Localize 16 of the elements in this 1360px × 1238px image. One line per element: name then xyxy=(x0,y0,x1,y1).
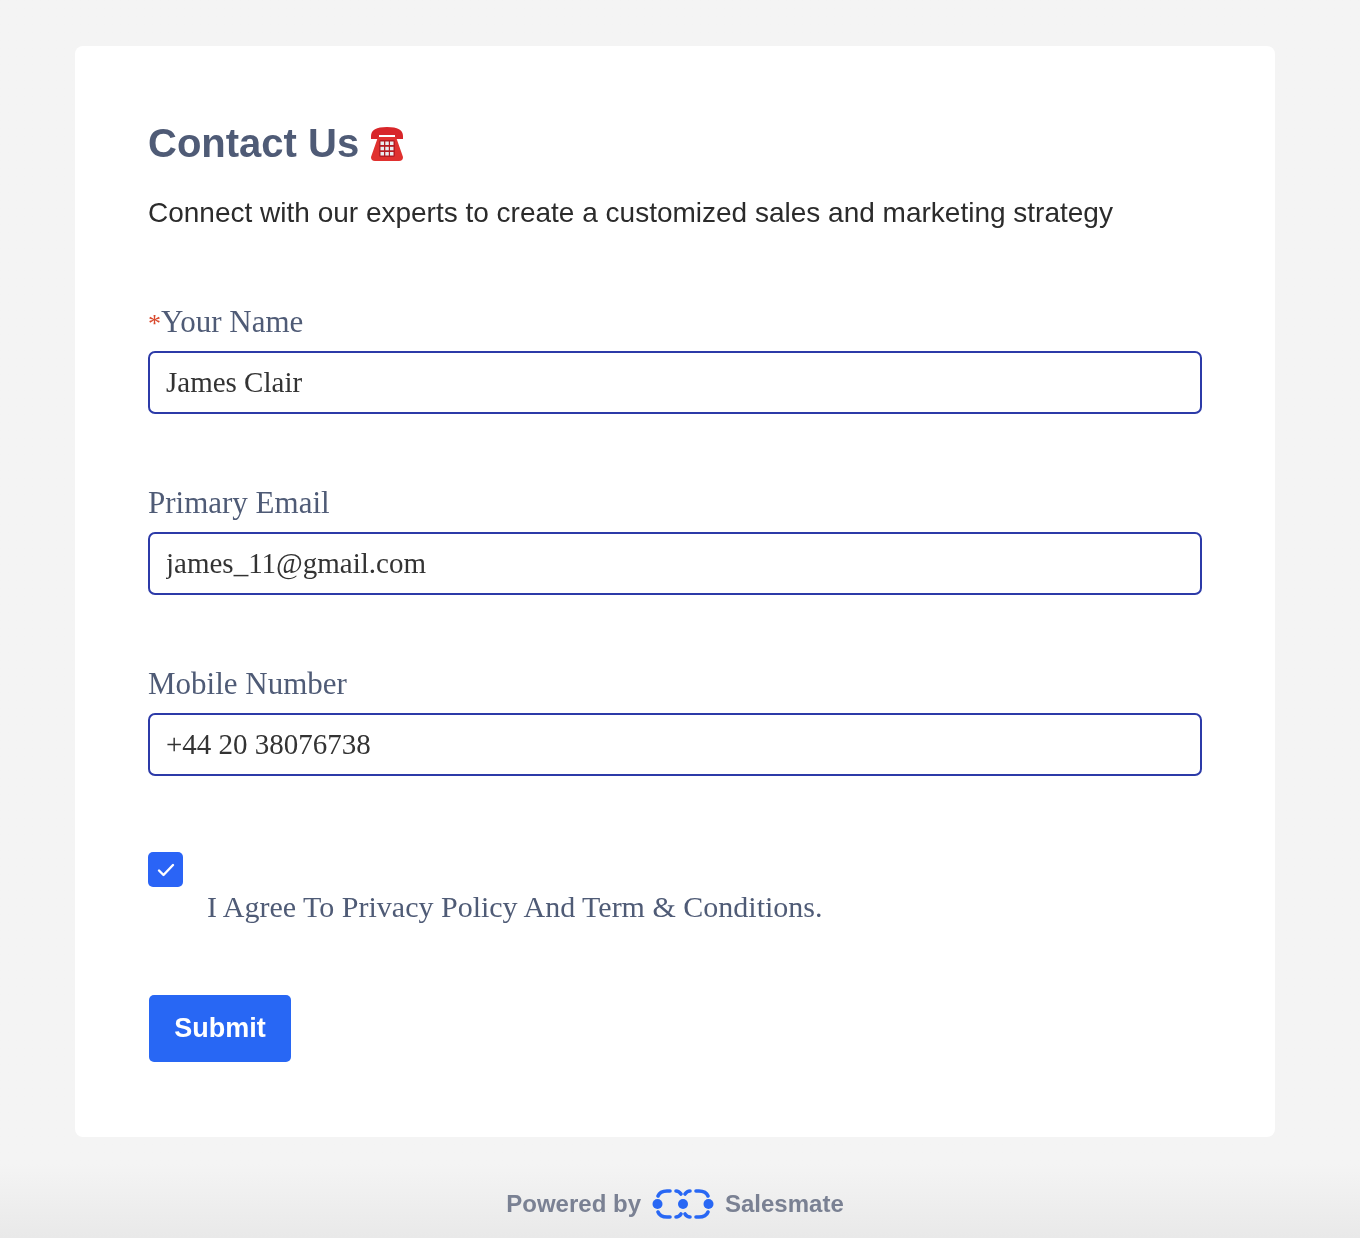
consent-checkbox[interactable] xyxy=(148,852,183,887)
field-label: Primary Email xyxy=(148,485,330,521)
required-asterisk: * xyxy=(148,308,161,340)
field-label: Your Name xyxy=(161,304,304,340)
form-subtitle: Connect with our experts to create a customized sales and marketing strategy xyxy=(148,196,1113,230)
field-label: Mobile Number xyxy=(148,666,347,702)
powered-by-text: Powered by xyxy=(506,1189,641,1219)
form-title: Contact Us xyxy=(148,120,360,167)
brand-name: Salesmate xyxy=(725,1189,844,1219)
input-field[interactable]: james_11@gmail.com xyxy=(148,532,1202,595)
consent-label: I Agree To Privacy Policy And Term & Conditions. xyxy=(207,889,823,925)
input-field[interactable]: James Clair xyxy=(148,351,1202,414)
submit-button[interactable]: Submit xyxy=(149,995,291,1062)
logo-icon xyxy=(652,1188,714,1220)
input-field[interactable]: +44 20 38076738 xyxy=(148,713,1202,776)
check-icon xyxy=(156,862,175,877)
